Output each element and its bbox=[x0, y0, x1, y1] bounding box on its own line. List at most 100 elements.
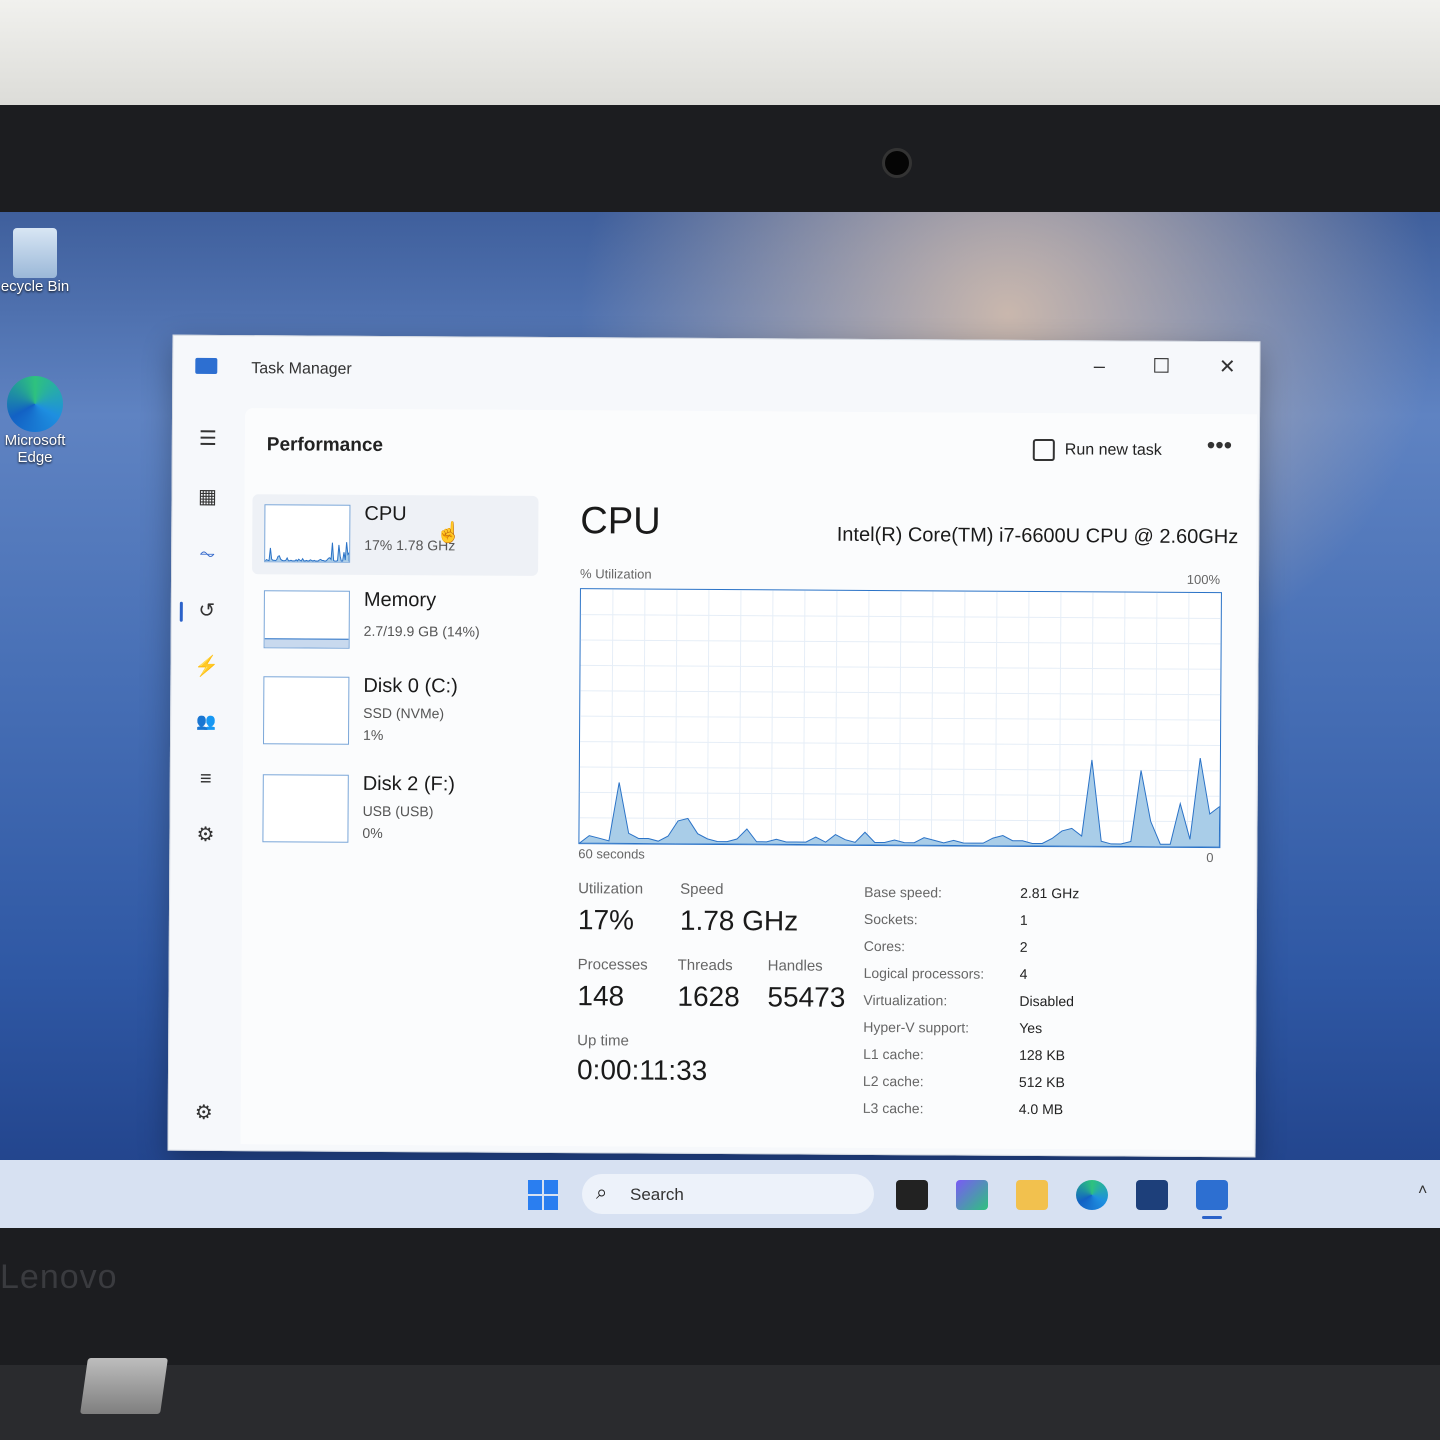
hand-cursor-icon: ☝ bbox=[436, 522, 461, 544]
search-label: Search bbox=[630, 1185, 684, 1204]
search-icon: ⌕ bbox=[596, 1182, 608, 1204]
speed-value: 1.78 GHz bbox=[679, 904, 799, 937]
webcam bbox=[882, 148, 912, 178]
edge-icon bbox=[7, 376, 63, 432]
background-wall bbox=[0, 0, 1440, 105]
sockets-label: Sockets: bbox=[863, 910, 918, 928]
max-axis-label: 100% bbox=[1186, 571, 1221, 588]
recycle-bin-icon bbox=[13, 228, 57, 278]
utilization-value: 17% bbox=[577, 904, 635, 936]
task-manager-icon bbox=[195, 357, 218, 374]
device-name: Disk 2 (F:) bbox=[362, 772, 456, 796]
handles-label: Handles bbox=[767, 957, 823, 975]
details-icon[interactable]: ≡ bbox=[193, 766, 219, 792]
device-item-disk2[interactable]: Disk 2 (F:) USB (USB) 0% bbox=[250, 764, 537, 854]
l2-cache-label: L2 cache: bbox=[862, 1072, 924, 1090]
time-span-label: 60 seconds bbox=[578, 846, 645, 862]
base-speed-label: Base speed: bbox=[864, 883, 943, 901]
speed-label: Speed bbox=[680, 880, 724, 899]
processes-icon[interactable]: ▦ bbox=[194, 484, 220, 510]
threads-label: Threads bbox=[677, 956, 733, 975]
page-title: Performance bbox=[266, 434, 384, 456]
start-icon-tile bbox=[528, 1196, 542, 1210]
taskbar-search[interactable]: ⌕ Search bbox=[582, 1174, 874, 1214]
device-item-disk0[interactable]: Disk 0 (C:) SSD (NVMe) 1% bbox=[251, 666, 538, 756]
l1-cache-label: L1 cache: bbox=[863, 1045, 924, 1063]
more-options-button[interactable]: ••• bbox=[1207, 432, 1232, 460]
window-title: Task Manager bbox=[251, 360, 352, 378]
logical-processors-value: 4 bbox=[1019, 965, 1028, 982]
device-usage: 1% bbox=[363, 726, 384, 743]
memory-usage-fill bbox=[264, 638, 349, 648]
virtualization-value: Disabled bbox=[1019, 992, 1074, 1010]
memory-thumbnail bbox=[263, 590, 350, 649]
cores-value: 2 bbox=[1019, 938, 1028, 955]
chevron-up-icon[interactable]: ˄ bbox=[1418, 1182, 1427, 1200]
users-icon[interactable]: 👥 bbox=[193, 710, 219, 736]
performance-panel: Performance Run new task ••• CPU 17% 1.7… bbox=[240, 408, 1258, 1151]
device-detail: SSD (NVMe) bbox=[363, 704, 445, 722]
processes-label: Processes bbox=[577, 956, 648, 974]
start-button[interactable] bbox=[528, 1180, 558, 1210]
startup-apps-icon[interactable]: ⚡ bbox=[193, 654, 219, 680]
uptime-label: Up time bbox=[577, 1032, 629, 1050]
maximize-button[interactable]: ☐ bbox=[1141, 352, 1181, 382]
title-bar[interactable]: Task Manager – ☐ ✕ bbox=[173, 336, 1259, 403]
minimize-button[interactable]: – bbox=[1079, 351, 1119, 381]
taskbar: ⌕ Search ˄ bbox=[0, 1160, 1440, 1228]
run-new-task-button[interactable]: Run new task bbox=[1032, 438, 1162, 462]
uptime-value: 0:00:11:33 bbox=[576, 1054, 708, 1086]
edge-label-1: Microsoft bbox=[4, 432, 66, 449]
edge-taskbar-icon[interactable] bbox=[1076, 1180, 1108, 1210]
recycle-bin-shortcut[interactable]: ecycle Bin bbox=[0, 228, 70, 295]
store-icon[interactable] bbox=[1136, 1180, 1168, 1210]
disk0-thumbnail bbox=[263, 676, 350, 745]
menu-icon[interactable]: ☰ bbox=[195, 426, 221, 452]
performance-icon[interactable]: ⏦ bbox=[194, 541, 220, 567]
device-detail: USB (USB) bbox=[362, 802, 434, 820]
edge-shortcut[interactable]: Microsoft Edge bbox=[0, 376, 70, 466]
desktop-screen: ecycle Bin Microsoft Edge Task Manager –… bbox=[0, 212, 1440, 1228]
start-icon-tile bbox=[528, 1180, 542, 1194]
services-icon[interactable]: ⚙ bbox=[192, 822, 218, 848]
recycle-bin-label: ecycle Bin bbox=[0, 278, 70, 295]
cpu-utilization-graph bbox=[577, 588, 1222, 849]
edge-label-2: Edge bbox=[17, 449, 53, 466]
task-manager-taskbar-icon[interactable] bbox=[1196, 1180, 1228, 1210]
zero-label: 0 bbox=[1206, 850, 1214, 866]
nav-selection-indicator bbox=[179, 601, 183, 622]
run-task-icon bbox=[1032, 438, 1055, 462]
utilization-axis-label: % Utilization bbox=[580, 566, 652, 582]
base-speed-value: 2.81 GHz bbox=[1020, 884, 1080, 902]
device-detail: 2.7/19.9 GB (14%) bbox=[363, 622, 480, 640]
virtualization-label: Virtualization: bbox=[863, 991, 948, 1009]
sockets-value: 1 bbox=[1019, 911, 1028, 928]
settings-icon[interactable]: ⚙ bbox=[191, 1100, 217, 1126]
l1-cache-value: 128 KB bbox=[1019, 1046, 1066, 1064]
logical-processors-label: Logical processors: bbox=[863, 964, 985, 982]
device-name: Memory bbox=[363, 588, 437, 612]
cpu-heading: CPU bbox=[580, 500, 661, 543]
device-name: Disk 0 (C:) bbox=[363, 674, 458, 698]
laptop-base bbox=[0, 1365, 1440, 1440]
close-button[interactable]: ✕ bbox=[1207, 352, 1247, 382]
start-icon-tile bbox=[544, 1180, 558, 1194]
l3-cache-value: 4.0 MB bbox=[1018, 1100, 1064, 1118]
app-history-icon[interactable]: ↺ bbox=[194, 598, 220, 624]
device-name: CPU bbox=[364, 502, 407, 526]
l3-cache-label: L3 cache: bbox=[862, 1099, 924, 1117]
copilot-icon[interactable] bbox=[956, 1180, 988, 1210]
run-new-task-label: Run new task bbox=[1064, 441, 1162, 459]
processes-value: 148 bbox=[577, 980, 625, 1012]
task-view-icon[interactable] bbox=[896, 1180, 928, 1210]
file-explorer-icon[interactable] bbox=[1016, 1180, 1048, 1210]
hyperv-label: Hyper-V support: bbox=[863, 1018, 970, 1036]
active-app-indicator bbox=[1202, 1216, 1222, 1219]
device-item-memory[interactable]: Memory 2.7/19.9 GB (14%) bbox=[252, 580, 538, 662]
task-manager-window: Task Manager – ☐ ✕ ☰ ▦ ⏦ ↺ ⚡ 👥 ≡ ⚙ ⚙ Per… bbox=[167, 334, 1261, 1158]
device-item-cpu[interactable]: CPU 17% 1.78 GHz bbox=[252, 494, 539, 576]
utilization-label: Utilization bbox=[578, 880, 644, 898]
l2-cache-value: 512 KB bbox=[1018, 1073, 1065, 1091]
hyperv-value: Yes bbox=[1019, 1019, 1043, 1037]
nav-rail: ☰ ▦ ⏦ ↺ ⚡ 👥 ≡ ⚙ ⚙ bbox=[169, 396, 246, 1136]
